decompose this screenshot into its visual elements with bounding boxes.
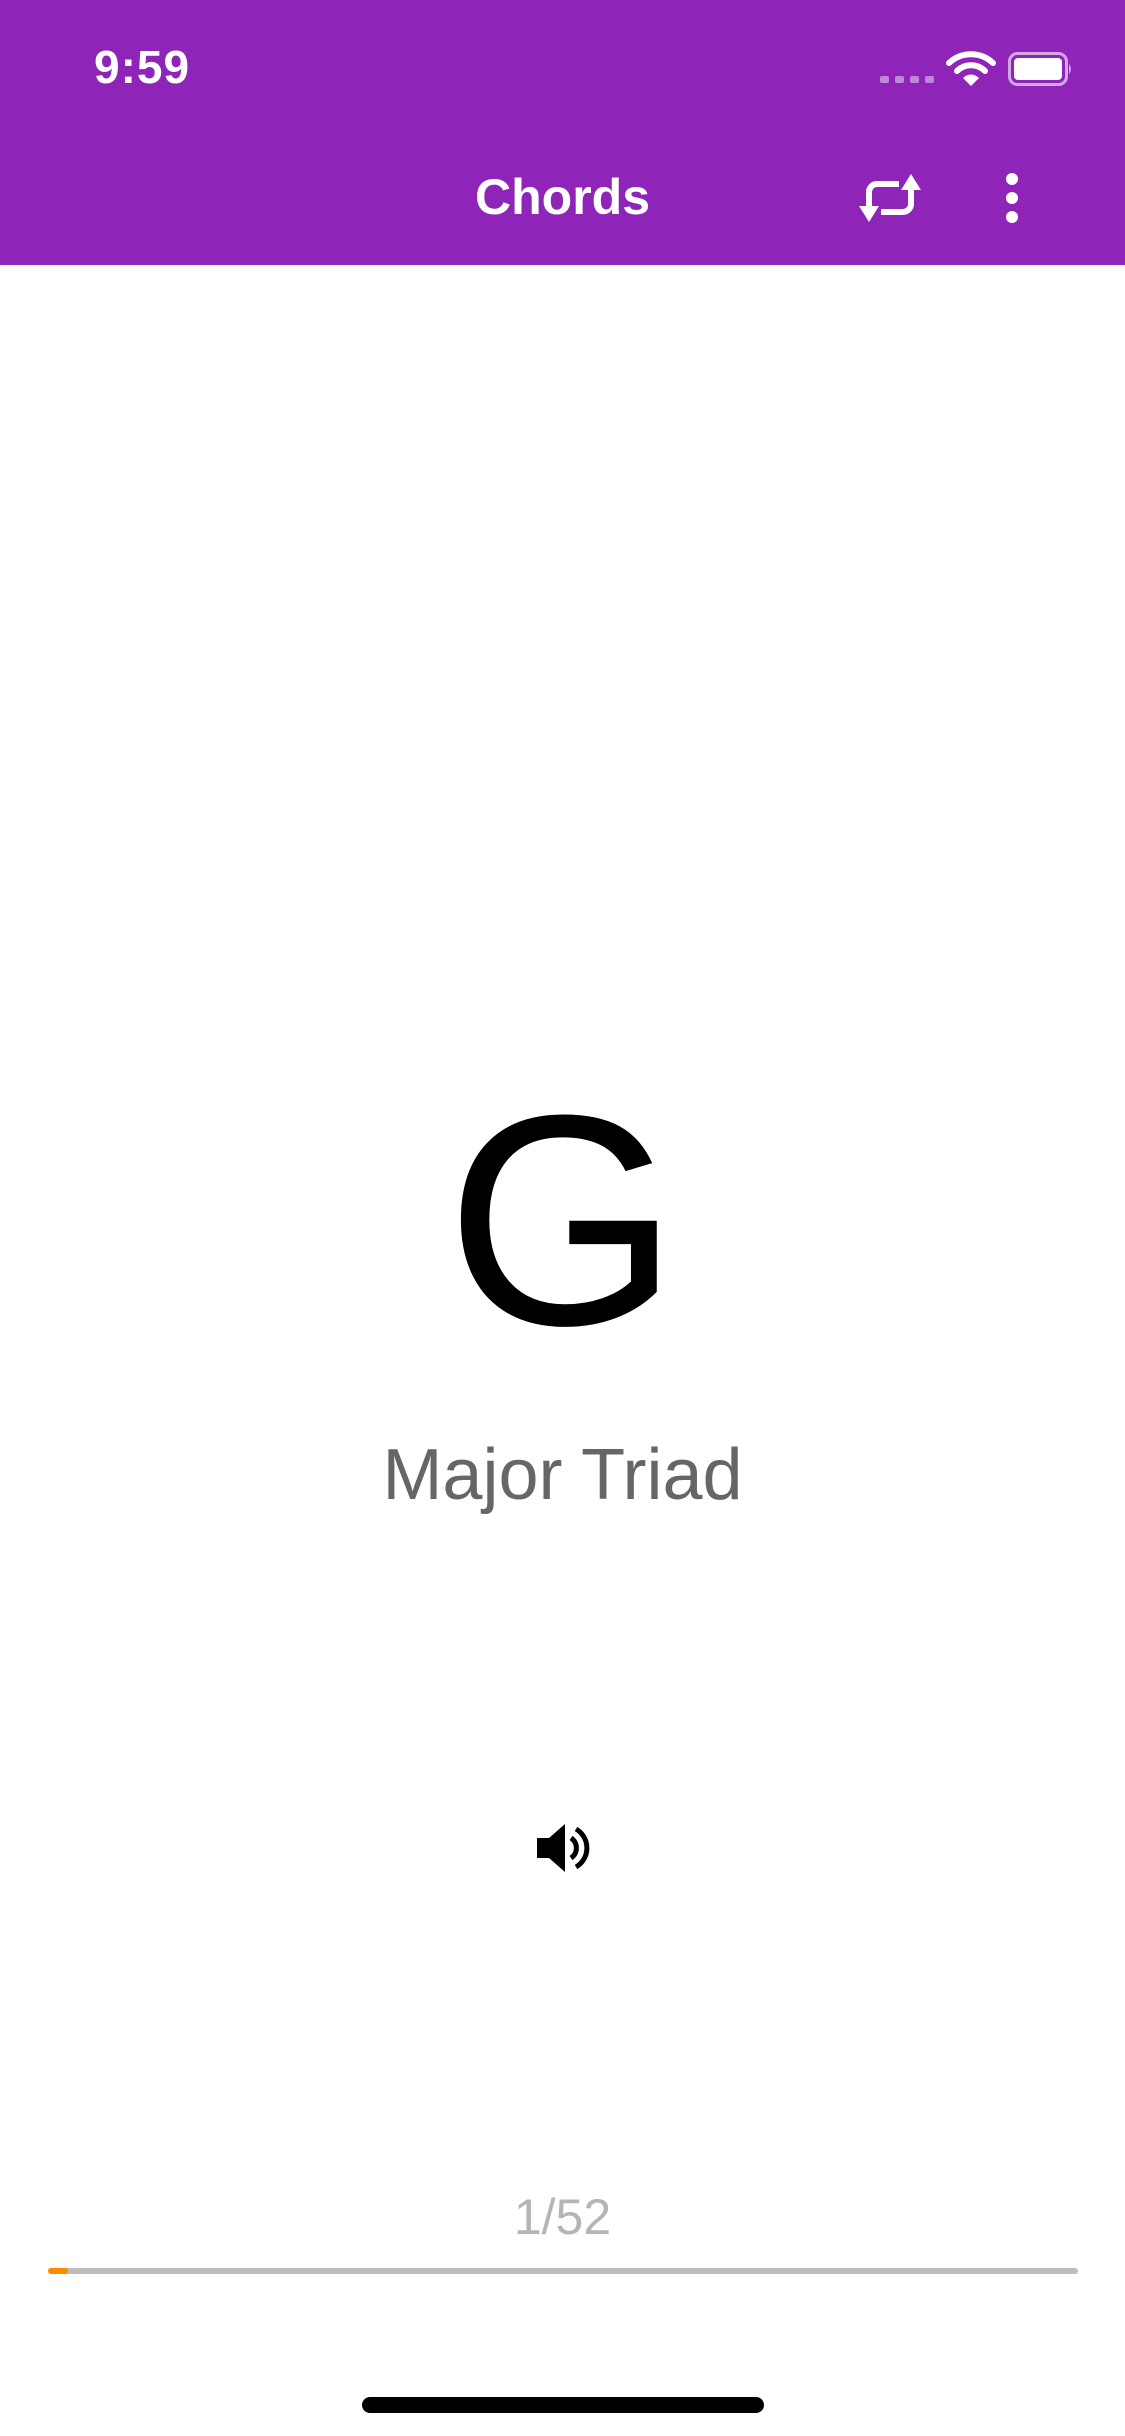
more-vertical-icon bbox=[1006, 173, 1018, 223]
chord-type: Major Triad bbox=[382, 1435, 743, 1515]
card-counter: 1/52 bbox=[513, 2189, 612, 2245]
battery-icon bbox=[1008, 52, 1071, 86]
wifi-icon bbox=[946, 51, 996, 86]
status-time: 9:59 bbox=[94, 41, 191, 93]
cellular-signal-icon bbox=[880, 76, 934, 83]
chord-name: G bbox=[445, 1052, 680, 1388]
flashcard-screen: 9:59 Chords G Major Triad 1/52 bbox=[0, 0, 1125, 2436]
top-bar: 9:59 Chords bbox=[0, 0, 1125, 265]
progress-bar bbox=[48, 2268, 1078, 2274]
more-options-button[interactable] bbox=[990, 168, 1034, 228]
speaker-icon bbox=[537, 1824, 590, 1872]
page-title: Chords bbox=[475, 169, 650, 225]
progress-fill bbox=[48, 2268, 68, 2274]
home-indicator bbox=[362, 2397, 764, 2413]
play-sound-button[interactable] bbox=[528, 1813, 598, 1883]
repeat-button[interactable] bbox=[855, 168, 925, 228]
repeat-icon bbox=[859, 174, 921, 222]
